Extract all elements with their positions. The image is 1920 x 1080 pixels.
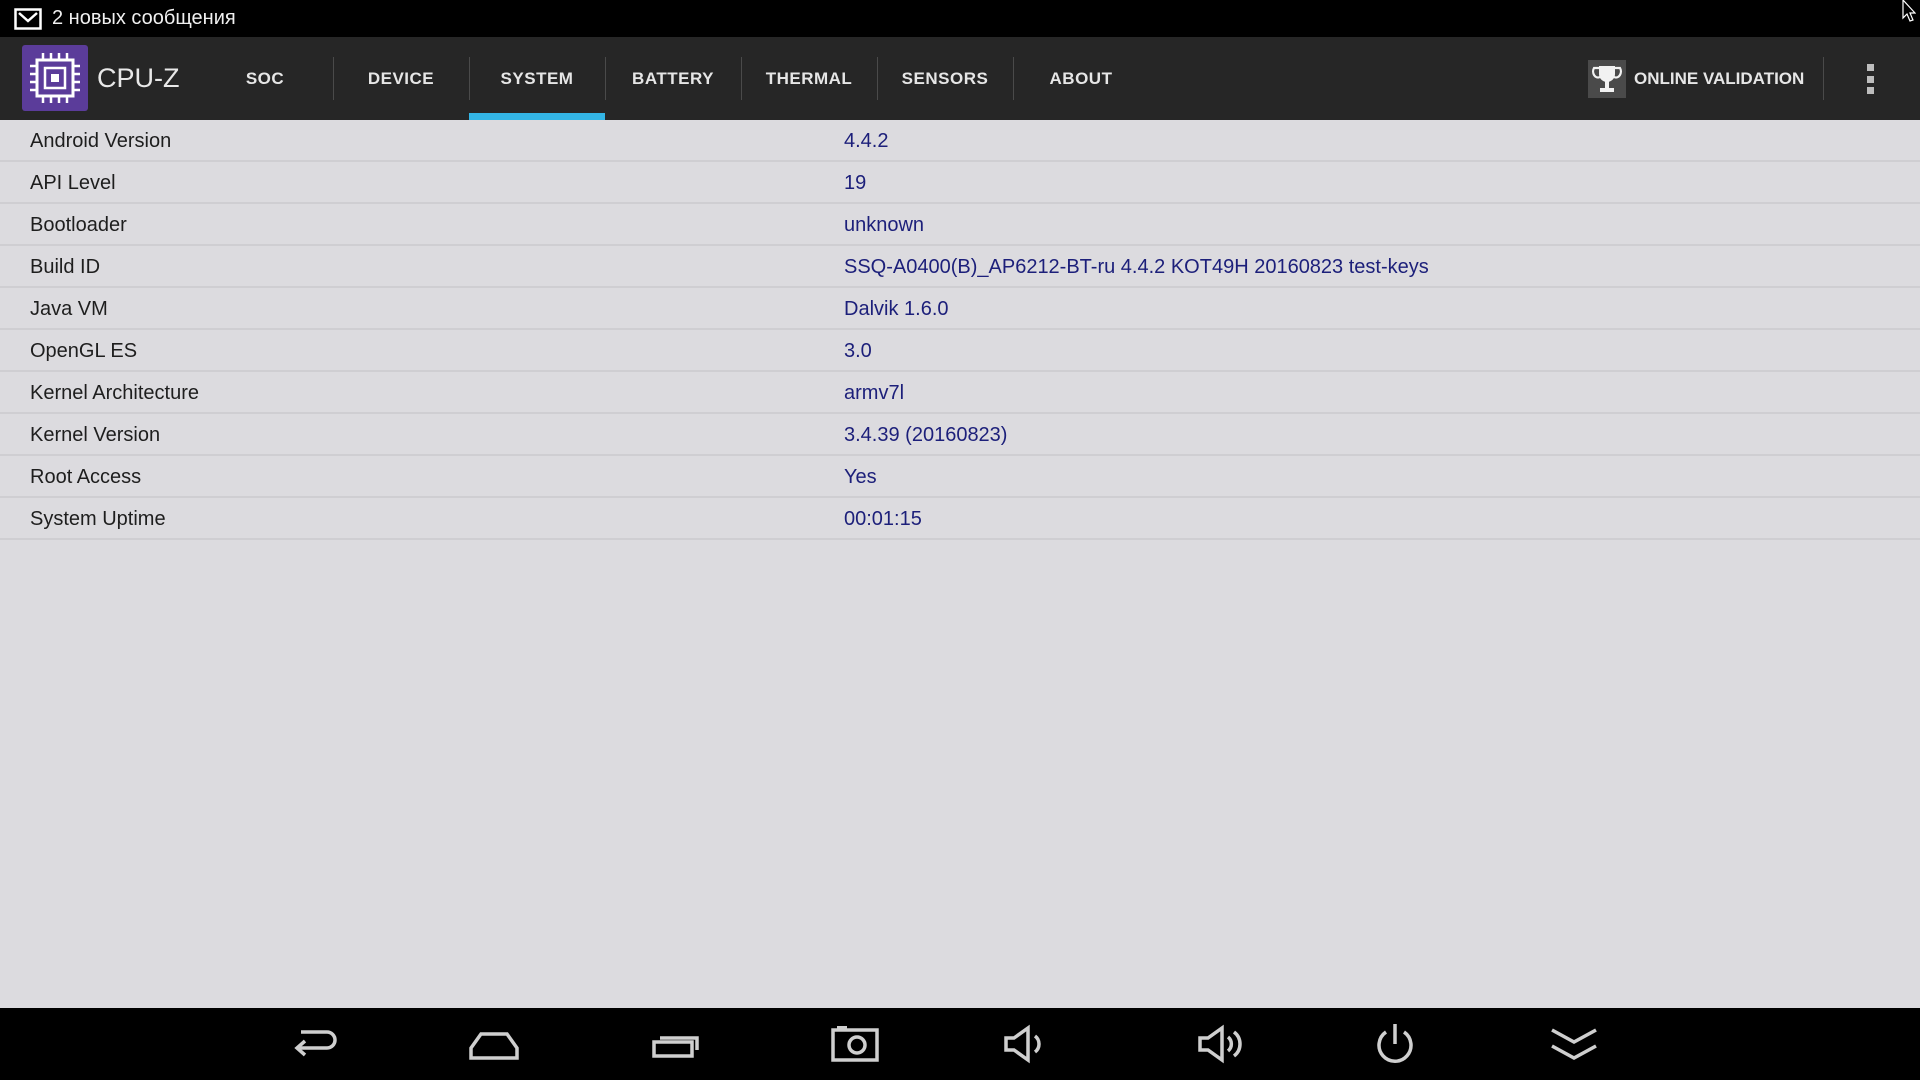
overflow-menu-icon[interactable]	[1858, 61, 1882, 97]
info-label: Build ID	[30, 256, 101, 278]
action-divider	[1823, 57, 1824, 100]
tab-system[interactable]: SYSTEM	[469, 37, 605, 120]
home-icon[interactable]	[469, 1022, 519, 1066]
info-label: OpenGL ES	[30, 340, 138, 362]
navigation-bar	[0, 1008, 1920, 1080]
info-label: System Uptime	[30, 508, 166, 530]
online-validation-label: ONLINE VALIDATION	[1634, 68, 1805, 88]
system-info-list: Android Version 4.4.2 API Level 19 Bootl…	[0, 120, 1920, 540]
tab-soc[interactable]: SOC	[197, 37, 333, 120]
info-label: Android Version	[30, 130, 172, 152]
info-value: 19	[844, 172, 867, 194]
back-icon[interactable]	[289, 1022, 339, 1066]
info-row-opengl-es: OpenGL ES 3.0	[0, 330, 1920, 372]
info-value: SSQ-A0400(B)_AP6212-BT-ru 4.4.2 KOT49H 2…	[844, 256, 1429, 278]
info-row-root-access: Root Access Yes	[0, 456, 1920, 498]
power-icon[interactable]	[1370, 1022, 1420, 1066]
trophy-icon	[1588, 59, 1626, 98]
info-label: API Level	[30, 172, 116, 194]
volume-up-icon[interactable]	[1196, 1022, 1246, 1066]
tab-battery[interactable]: BATTERY	[605, 37, 741, 120]
notification-text: 2 новых сообщения	[52, 7, 236, 29]
status-bar: 2 новых сообщения	[0, 0, 1920, 37]
mouse-cursor-icon	[1902, 0, 1916, 22]
cpu-z-app-icon[interactable]	[22, 45, 88, 111]
info-value: unknown	[844, 214, 925, 236]
info-value: 3.0	[844, 340, 872, 362]
info-row-build-id: Build ID SSQ-A0400(B)_AP6212-BT-ru 4.4.2…	[0, 246, 1920, 288]
screenshot-icon[interactable]	[830, 1022, 880, 1066]
info-row-android-version: Android Version 4.4.2	[0, 120, 1920, 162]
info-value: Yes	[844, 466, 877, 488]
info-label: Kernel Architecture	[30, 382, 199, 404]
info-row-kernel-version: Kernel Version 3.4.39 (20160823)	[0, 414, 1920, 456]
info-value: armv7l	[844, 382, 905, 404]
tab-about[interactable]: ABOUT	[1013, 37, 1149, 120]
action-bar: CPU-Z SOC DEVICE SYSTEM BATTERY THERMAL …	[0, 37, 1920, 120]
info-value: 00:01:15	[844, 508, 922, 530]
info-value: Dalvik 1.6.0	[844, 298, 949, 320]
info-row-api-level: API Level 19	[0, 162, 1920, 204]
info-label: Kernel Version	[30, 424, 161, 446]
info-row-system-uptime: System Uptime 00:01:15	[0, 498, 1920, 540]
info-row-bootloader: Bootloader unknown	[0, 204, 1920, 246]
tab-device[interactable]: DEVICE	[333, 37, 469, 120]
info-value: 4.4.2	[844, 130, 889, 152]
recent-apps-icon[interactable]	[651, 1022, 701, 1066]
tab-bar: SOC DEVICE SYSTEM BATTERY THERMAL SENSOR…	[197, 37, 1149, 120]
info-label: Root Access	[30, 466, 142, 488]
info-label: Java VM	[30, 298, 108, 320]
info-row-kernel-architecture: Kernel Architecture armv7l	[0, 372, 1920, 414]
app-title: CPU-Z	[97, 63, 180, 93]
info-label: Bootloader	[30, 214, 127, 236]
volume-down-icon[interactable]	[1002, 1022, 1052, 1066]
hide-bar-icon[interactable]	[1549, 1022, 1599, 1066]
tab-thermal[interactable]: THERMAL	[741, 37, 877, 120]
online-validation-button[interactable]: ONLINE VALIDATION	[1588, 37, 1804, 120]
tab-sensors[interactable]: SENSORS	[877, 37, 1013, 120]
info-value: 3.4.39 (20160823)	[844, 424, 1008, 446]
info-row-java-vm: Java VM Dalvik 1.6.0	[0, 288, 1920, 330]
mail-notification-icon	[14, 7, 42, 30]
